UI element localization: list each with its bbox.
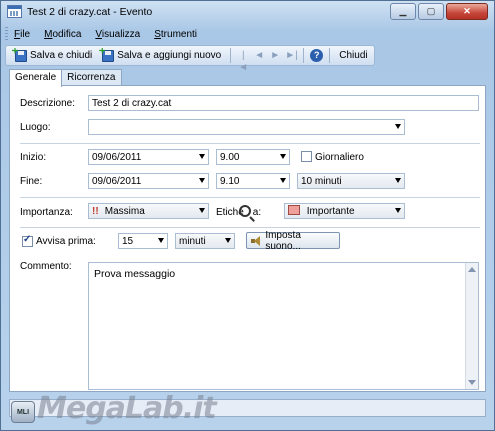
menu-strumenti[interactable]: Strumenti [152,27,199,42]
close-label: Chiudi [339,50,368,61]
first-item-icon[interactable]: |◄ [237,50,249,73]
divider [20,143,480,144]
last-item-icon[interactable]: ►| [285,50,298,62]
scroll-down-icon[interactable] [468,380,476,385]
chevron-down-icon [199,178,205,183]
reminder-unit-value: minuti [179,236,206,247]
window-controls: ▁ ▢ ✕ [390,3,488,20]
toolbar-separator [230,48,232,63]
set-sound-button[interactable]: Imposta suono... [246,229,340,252]
menu-visualizza[interactable]: Visualizza [93,27,142,42]
end-label: Fine: [20,176,43,187]
menu-bar: File Modifica Visualizza Strumenti [5,25,199,43]
start-time-value: 9.00 [220,152,240,163]
window-title: Test 2 di crazy.cat - Evento [27,6,153,18]
chevron-down-icon [158,238,164,243]
importance-value: Massima [104,206,145,217]
chevron-down-icon [199,154,205,159]
reminder-unit-dropdown[interactable]: minuti [175,233,235,249]
toolbar-separator [303,48,305,63]
reminder-checkbox[interactable] [22,234,33,247]
label-label-tail: a: [252,207,262,218]
comment-value: Prova messaggio [94,268,176,280]
chevron-down-icon [199,208,205,213]
maximize-icon[interactable]: ▢ [418,3,444,20]
tab-ricorrenza[interactable]: Ricorrenza [61,69,122,86]
start-date-value: 09/06/2011 [92,152,142,163]
save-close-label: Salva e chiudi [30,50,93,61]
start-date-picker[interactable]: 09/06/2011 [88,149,209,165]
chevron-down-icon [280,154,286,159]
end-date-value: 09/06/2011 [92,176,142,187]
label-dropdown[interactable]: Importante [284,203,405,219]
next-item-icon[interactable]: ► [269,50,281,62]
magnifier-cursor-icon [239,205,251,217]
watermark: MLI MegaLab.it [11,389,217,427]
description-input[interactable]: Test 2 di crazy.cat [88,95,479,111]
location-dropdown[interactable] [88,119,405,135]
save-add-new-label: Salva e aggiungi nuovo [117,50,222,61]
divider [20,227,480,228]
start-time-picker[interactable]: 9.00 [216,149,290,165]
toolbar-separator [329,48,331,63]
scroll-up-icon[interactable] [468,267,476,272]
calendar-icon [7,5,22,18]
watermark-text: MegaLab.it [37,391,217,426]
comment-label: Commento: [20,261,72,272]
label-value: Importante [306,206,355,217]
reminder-amount-value: 15 [122,236,134,247]
end-date-picker[interactable]: 09/06/2011 [88,173,209,189]
label-color-swatch [288,205,300,215]
minimize-icon[interactable]: ▁ [390,3,416,20]
location-label: Luogo: [20,122,51,133]
save-icon [15,49,27,62]
comment-textarea[interactable]: Prova messaggio [88,262,479,390]
reminder-label: Avvisa prima: [36,236,96,247]
description-label: Descrizione: [20,98,76,109]
end-time-picker[interactable]: 9.10 [216,173,290,189]
save-add-new-button[interactable]: Salva e aggiungi nuovo [99,49,224,63]
save-close-button[interactable]: Salva e chiudi [12,49,95,63]
general-panel: Descrizione: Test 2 di crazy.cat Luogo: … [9,85,486,392]
priority-icon: !! [92,206,99,217]
speaker-icon [251,235,262,246]
save-new-icon [102,49,115,62]
set-sound-label: Imposta suono... [265,229,301,252]
chevron-down-icon [395,208,401,213]
all-day-checkbox[interactable] [301,151,312,162]
tab-strip: Generale Ricorrenza [9,69,122,87]
end-time-value: 9.10 [220,176,240,187]
start-label: Inizio: [20,152,47,163]
divider [20,197,480,198]
all-day-label: Giornaliero [315,152,364,163]
toolbar: Salva e chiudi Salva e aggiungi nuovo |◄… [5,45,375,73]
menu-file[interactable]: File [12,27,32,42]
close-button[interactable]: Chiudi [336,49,370,62]
close-icon[interactable]: ✕ [446,3,488,20]
chevron-down-icon [225,238,231,243]
watermark-logo: MLI [11,401,35,423]
duration-dropdown[interactable]: 10 minuti [297,173,405,189]
help-icon[interactable]: ? [310,49,324,62]
tab-generale[interactable]: Generale [9,69,63,87]
reminder-amount-dropdown[interactable]: 15 [118,233,168,249]
chevron-down-icon [280,178,286,183]
event-window: Test 2 di crazy.cat - Evento ▁ ▢ ✕ File … [0,0,495,431]
duration-value: 10 minuti [301,176,342,187]
importance-dropdown[interactable]: !! Massima [88,203,209,219]
menu-modifica[interactable]: Modifica [42,27,83,42]
title-bar[interactable]: Test 2 di crazy.cat - Evento ▁ ▢ ✕ [1,1,494,23]
previous-item-icon[interactable]: ◄ [253,50,265,62]
comment-scrollbar[interactable] [465,263,478,389]
chevron-down-icon [395,124,401,129]
importance-label: Importanza: [20,207,73,218]
chevron-down-icon [395,178,401,183]
